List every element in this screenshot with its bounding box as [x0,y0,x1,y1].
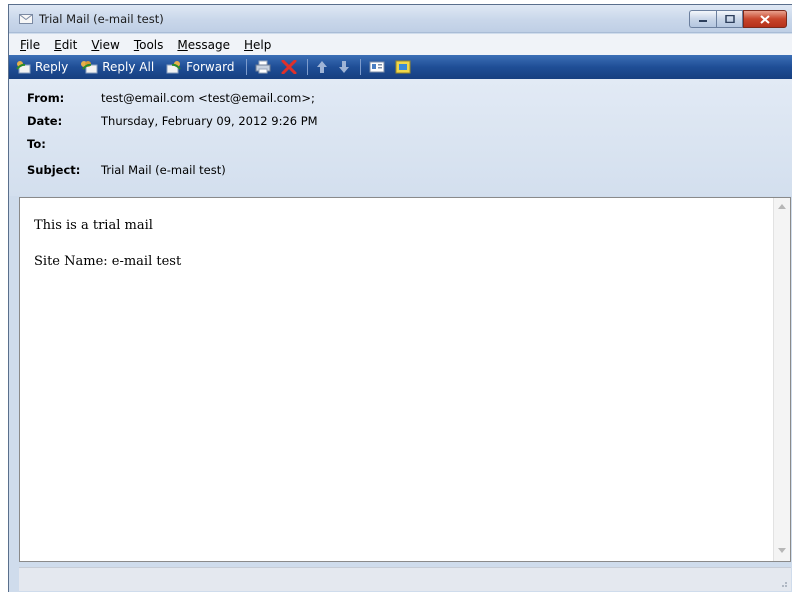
close-icon [760,14,770,24]
menu-help[interactable]: Help [237,38,278,52]
forward-icon [166,61,181,74]
minimize-button[interactable] [689,10,716,28]
previous-button[interactable] [316,60,328,74]
reply-button[interactable]: Reply [15,60,68,74]
message-headers: From: test@email.com <test@email.com>; D… [9,79,792,196]
maximize-icon [724,15,735,23]
arrow-down-icon [339,61,350,73]
maximize-button[interactable] [716,10,743,28]
subject-row: Subject: Trial Mail (e-mail test) [27,163,226,177]
scroll-up-icon[interactable] [778,204,786,209]
next-button[interactable] [338,60,350,74]
find-icon [395,60,411,74]
toolbar: Reply Reply All Forward [9,55,792,79]
menu-tools[interactable]: Tools [127,38,171,52]
to-label: To: [27,137,46,151]
forward-label: Forward [186,60,235,74]
from-label: From: [27,91,65,105]
find-button[interactable] [395,60,411,74]
close-button[interactable] [743,10,787,28]
reply-all-icon [81,61,98,74]
menu-file[interactable]: File [13,38,47,52]
menu-message[interactable]: Message [170,38,237,52]
reply-all-label: Reply All [102,60,155,74]
to-row: To: [27,137,101,151]
message-body-pane[interactable]: This is a trial mail Site Name: e-mail t… [19,197,791,562]
date-label: Date: [27,114,63,128]
toolbar-separator [360,59,362,75]
resize-grip-icon[interactable] [778,578,788,588]
delete-x-icon [281,60,297,74]
forward-button[interactable]: Forward [166,60,234,74]
subject-label: Subject: [27,163,81,177]
menu-edit[interactable]: Edit [47,38,84,52]
from-value[interactable]: test@email.com <test@email.com>; [101,91,315,105]
vertical-scrollbar[interactable] [773,198,790,561]
print-button[interactable] [255,60,271,74]
printer-icon [255,60,271,74]
message-body: This is a trial mail Site Name: e-mail t… [34,218,181,290]
message-line: Site Name: e-mail test [34,254,182,269]
minimize-icon [699,20,707,22]
window-title: Trial Mail (e-mail test) [39,12,164,26]
caption-buttons [689,10,787,28]
toolbar-separator [307,59,309,75]
message-line: This is a trial mail [34,218,153,233]
menu-bar: File Edit View Tools Message Help [9,34,792,55]
reply-icon [16,61,31,74]
address-book-icon [369,61,385,73]
toolbar-separator [246,59,248,75]
reply-label: Reply [35,60,69,74]
menu-view[interactable]: View [84,38,126,52]
subject-value: Trial Mail (e-mail test) [101,163,226,177]
mail-window: Trial Mail (e-mail test) File Edit View … [8,4,792,592]
reply-all-button[interactable]: Reply All [80,60,154,74]
from-row: From: test@email.com <test@email.com>; [27,91,315,105]
scroll-down-icon[interactable] [778,548,786,553]
status-bar [19,567,791,591]
title-bar[interactable]: Trial Mail (e-mail test) [9,5,792,33]
envelope-icon [19,14,33,24]
date-value: Thursday, February 09, 2012 9:26 PM [101,114,318,128]
arrow-up-icon [317,61,328,73]
delete-button[interactable] [281,60,297,74]
addresses-button[interactable] [369,60,385,74]
date-row: Date: Thursday, February 09, 2012 9:26 P… [27,114,318,128]
